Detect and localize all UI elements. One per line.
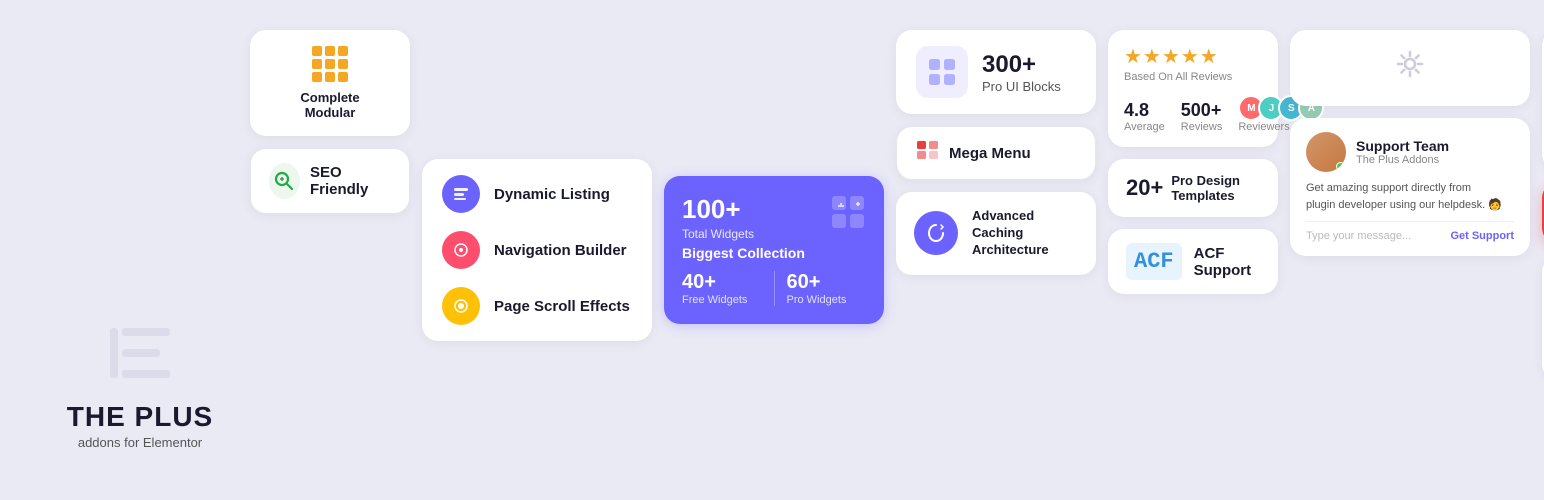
mega-menu-icon: [917, 141, 939, 165]
support-message: Get amazing support directly fromplugin …: [1306, 180, 1514, 213]
widgets-header: 100+ Total Widgets Biggest Collection: [682, 194, 866, 261]
brand-subtitle: addons for Elementor: [78, 435, 202, 450]
pro-blocks-count: 300+: [982, 51, 1061, 79]
brand-title: THE PLUS: [67, 403, 213, 431]
feature-navigation-builder: Navigation Builder: [442, 231, 632, 269]
main-content: CompleteModular SEO Friendly: [250, 20, 1544, 480]
online-indicator: [1336, 162, 1345, 171]
advanced-caching-card: Advanced CachingArchitecture: [896, 192, 1096, 275]
support-card: Support Team The Plus Addons Get amazing…: [1290, 118, 1530, 256]
navigation-builder-label: Navigation Builder: [494, 242, 627, 259]
mega-menu-card: Mega Menu: [896, 126, 1096, 180]
widgets-split: 40+ Free Widgets 60+ Pro Widgets: [682, 271, 866, 306]
column-4: 300+ Pro UI Blocks Mega Menu: [896, 20, 1096, 480]
widgets-icon: [830, 194, 866, 237]
column-5: ★★★★★ Based On All Reviews 4.8 Average 5…: [1108, 20, 1278, 480]
pro-design-label: Pro Design Templates: [1171, 173, 1260, 203]
support-placeholder-text: Type your message...: [1306, 230, 1411, 242]
widgets-count: 100+: [682, 194, 805, 225]
dynamic-listing-label: Dynamic Listing: [494, 186, 610, 203]
average-stat: 4.8 Average: [1124, 100, 1165, 133]
features-card: Dynamic Listing Navigation Builder: [422, 159, 652, 341]
pro-widgets-label: Pro Widgets: [787, 294, 867, 306]
brand-logo-icon: [100, 313, 180, 393]
gear-icon: [1390, 44, 1430, 92]
page-scroll-label: Page Scroll Effects: [494, 298, 630, 315]
widgets-sublabel: Total Widgets: [682, 227, 805, 241]
average-label: Average: [1124, 121, 1165, 133]
dynamic-listing-icon: [442, 175, 480, 213]
column-2: Dynamic Listing Navigation Builder: [422, 20, 652, 480]
advanced-caching-title: Advanced CachingArchitecture: [972, 208, 1078, 259]
acf-label: ACF Support: [1194, 245, 1260, 279]
navigation-builder-icon: [442, 231, 480, 269]
pro-design-card: 20+ Pro Design Templates: [1108, 159, 1278, 217]
widgets-card: 100+ Total Widgets Biggest Collection: [664, 176, 884, 324]
reviews-subtitle: Based On All Reviews: [1124, 71, 1262, 83]
pro-blocks-label: Pro UI Blocks: [982, 79, 1061, 94]
gear-card: [1290, 30, 1530, 106]
complete-modular-card: CompleteModular: [250, 30, 410, 136]
column-1: CompleteModular SEO Friendly: [250, 20, 410, 480]
free-widgets-stat: 40+ Free Widgets: [682, 271, 775, 306]
complete-modular-label: CompleteModular: [300, 90, 359, 120]
column-6: Support Team The Plus Addons Get amazing…: [1290, 20, 1530, 480]
seo-friendly-label: SEO Friendly: [310, 164, 391, 198]
get-support-link[interactable]: Get Support: [1450, 230, 1514, 242]
stars: ★★★★★: [1124, 44, 1262, 69]
mega-menu-label: Mega Menu: [949, 145, 1031, 162]
brand-area: THE PLUS addons for Elementor: [30, 20, 250, 480]
acf-icon: ACF: [1126, 243, 1182, 280]
pro-design-count: 20+: [1126, 175, 1163, 201]
feature-dynamic-listing: Dynamic Listing: [442, 175, 632, 213]
support-brand: The Plus Addons: [1356, 154, 1449, 166]
seo-icon: [269, 163, 300, 199]
pro-widgets-stat: 60+ Pro Widgets: [775, 271, 867, 306]
widgets-tagline: Biggest Collection: [682, 245, 805, 261]
pro-blocks-card: 300+ Pro UI Blocks: [896, 30, 1096, 114]
advanced-caching-text: Advanced CachingArchitecture: [972, 208, 1078, 259]
widgets-info: 100+ Total Widgets Biggest Collection: [682, 194, 805, 261]
reviews-count-value: 500+: [1181, 100, 1223, 121]
support-info: Support Team The Plus Addons: [1356, 138, 1449, 166]
acf-support-card: ACF ACF Support: [1108, 229, 1278, 294]
reviews-count-stat: 500+ Reviews: [1181, 100, 1223, 133]
free-widgets-count: 40+: [682, 271, 762, 294]
free-widgets-label: Free Widgets: [682, 294, 762, 306]
feature-page-scroll: Page Scroll Effects: [442, 287, 632, 325]
average-value: 4.8: [1124, 100, 1165, 121]
advanced-caching-icon: [914, 211, 958, 255]
page-wrapper: THE PLUS addons for Elementor Comple: [0, 0, 1544, 500]
support-header: Support Team The Plus Addons: [1306, 132, 1514, 172]
pro-blocks-text: 300+ Pro UI Blocks: [982, 51, 1061, 94]
grid-icon: [312, 46, 348, 82]
support-input-row: Type your message... Get Support: [1306, 221, 1514, 242]
support-avatar: [1306, 132, 1346, 172]
seo-friendly-card: SEO Friendly: [250, 148, 410, 214]
column-3: 100+ Total Widgets Biggest Collection: [664, 20, 884, 480]
reviews-stats: 4.8 Average 500+ Reviews M J S A: [1124, 93, 1262, 133]
reviews-count-label: Reviews: [1181, 121, 1223, 133]
pro-blocks-icon: [916, 46, 968, 98]
pro-widgets-count: 60+: [787, 271, 867, 294]
support-name: Support Team: [1356, 138, 1449, 154]
page-scroll-icon: [442, 287, 480, 325]
reviews-card: ★★★★★ Based On All Reviews 4.8 Average 5…: [1108, 30, 1278, 147]
